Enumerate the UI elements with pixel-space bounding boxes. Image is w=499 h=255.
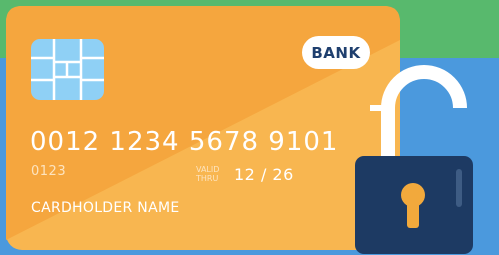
valid-label-line1: VALID [196,165,220,174]
valid-thru-label: VALID THRU [196,165,219,183]
bank-logo: BANK [302,36,370,69]
card-code: 0123 [31,164,67,179]
card-number: 0012 1234 5678 9101 [30,127,339,157]
valid-label-line2: THRU [196,174,219,183]
cardholder-name: CARDHOLDER NAME [31,200,180,216]
chip-icon [31,39,104,100]
expiry-date: 12 / 26 [234,165,294,184]
